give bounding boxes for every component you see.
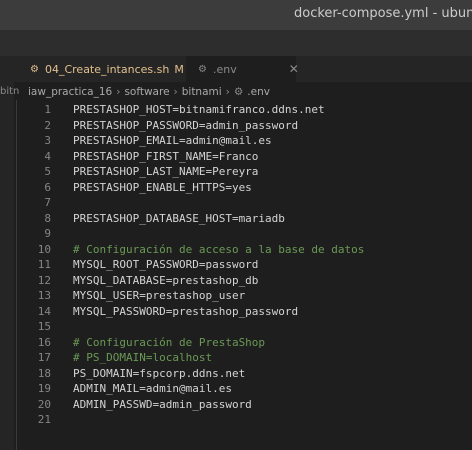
code-line[interactable]: 9 [14,226,472,242]
breadcrumb: iaw_practica_16 › software › bitnami › ⚙… [28,84,270,100]
code-text[interactable]: # PS_DOMAIN=localhost [73,350,212,366]
code-line[interactable]: 20 ADMIN_PASSWD=admin_password [14,397,472,413]
code-line[interactable]: 11 MYSQL_ROOT_PASSWORD=password [14,257,472,273]
code-line[interactable]: 13 MYSQL_USER=prestashop_user [14,288,472,304]
line-number: 19 [37,382,51,395]
line-number: 13 [37,289,51,302]
code-text[interactable]: PRESTASHOP_EMAIL=admin@mail.es [73,133,272,149]
sidebar-edge: bitn [0,56,19,450]
code-text[interactable]: MYSQL_PASSWORD=prestashop_password [73,304,298,320]
window-titlebar: docker-compose.yml - ubuntu [0,0,472,30]
tab-env[interactable]: ⚙ .env ✕ [186,56,299,82]
line-number: 6 [44,180,51,194]
line-number: 17 [37,351,51,364]
code-line[interactable]: 2 PRESTASHOP_PASSWORD=admin_password [14,118,472,134]
code-text[interactable]: PRESTASHOP_ENABLE_HTTPS=yes [73,180,252,196]
line-number: 10 [37,242,51,256]
tab-label: 04_Create_intances.sh [44,62,170,76]
toolbar-strip [0,30,472,56]
code-editor[interactable]: 1 PRESTASHOP_HOST=bitnamifranco.ddns.net 2… [14,100,472,450]
code-line[interactable]: 5 PRESTASHOP_LAST_NAME=Pereyra [14,164,472,180]
code-text[interactable]: PRESTASHOP_FIRST_NAME=Franco [73,149,258,165]
code-line[interactable]: 21 [14,412,472,428]
code-line[interactable]: 4 PRESTASHOP_FIRST_NAME=Franco [14,149,472,165]
code-line[interactable]: 16 # Configuración de PrestaShop [14,335,472,351]
code-text[interactable]: MYSQL_USER=prestashop_user [73,288,245,304]
modified-indicator: M [174,62,184,76]
code-text[interactable]: # Configuración de PrestaShop [73,335,265,351]
breadcrumb-item[interactable]: software [124,86,169,98]
breadcrumb-item[interactable]: bitnami [182,86,222,98]
line-number: 21 [37,413,51,426]
tab-create-instances[interactable]: ⚙ 04_Create_intances.sh M [18,56,184,82]
code-line[interactable]: 6 PRESTASHOP_ENABLE_HTTPS=yes [14,180,472,196]
code-text[interactable]: PRESTASHOP_LAST_NAME=Pereyra [73,164,258,180]
code-line[interactable]: 3 PRESTASHOP_EMAIL=admin@mail.es [14,133,472,149]
line-number: 4 [44,149,51,163]
gear-icon: ⚙ [30,63,39,75]
chevron-right-icon: › [116,86,121,98]
line-number: 7 [44,196,51,209]
code-line[interactable]: 12 MYSQL_DATABASE=prestashop_db [14,273,472,289]
line-number: 8 [44,211,51,225]
line-number: 9 [44,227,51,240]
code-text[interactable]: ADMIN_PASSWD=admin_password [73,397,252,413]
code-line[interactable]: 15 [14,319,472,335]
code-text[interactable]: PS_DOMAIN=fspcorp.ddns.net [73,366,245,382]
code-text[interactable]: MYSQL_DATABASE=prestashop_db [73,273,258,289]
editor-tab-bar: ⚙ 04_Create_intances.sh M ⚙ .env ✕ [0,56,472,82]
line-number: 14 [37,304,51,318]
code-line[interactable]: 18 PS_DOMAIN=fspcorp.ddns.net [14,366,472,382]
line-number: 16 [37,335,51,349]
code-text[interactable]: # Configuración de acceso a la base de d… [73,242,364,258]
code-line[interactable]: 14 MYSQL_PASSWORD=prestashop_password [14,304,472,320]
window-title: docker-compose.yml - ubuntu [294,6,472,21]
code-line[interactable]: 7 [14,195,472,211]
line-number: 20 [37,397,51,411]
code-text[interactable]: PRESTASHOP_DATABASE_HOST=mariadb [73,211,285,227]
line-number: 12 [37,273,51,287]
code-text[interactable]: ADMIN_MAIL=admin@mail.es [73,381,232,397]
gear-icon: ⚙ [233,86,244,98]
tab-label: .env [212,62,237,76]
code-text[interactable]: MYSQL_ROOT_PASSWORD=password [73,257,258,273]
line-number: 1 [44,103,51,116]
close-icon[interactable]: ✕ [289,62,299,76]
code-line[interactable]: 8 PRESTASHOP_DATABASE_HOST=mariadb [14,211,472,227]
breadcrumb-item[interactable]: iaw_practica_16 [28,86,112,98]
code-line[interactable]: 10 # Configuración de acceso a la base de… [14,242,472,258]
code-line[interactable]: 1 PRESTASHOP_HOST=bitnamifranco.ddns.net [14,102,472,118]
line-number: 11 [37,258,51,271]
code-line[interactable]: 19 ADMIN_MAIL=admin@mail.es [14,381,472,397]
line-number: 5 [44,165,51,178]
code-text[interactable]: PRESTASHOP_HOST=bitnamifranco.ddns.net [73,102,325,118]
line-number: 3 [44,134,51,147]
chevron-right-icon: › [173,86,178,98]
gear-icon: ⚙ [198,63,207,75]
line-number: 15 [37,320,51,333]
chevron-right-icon: › [225,86,230,98]
breadcrumb-item[interactable]: .env [247,86,270,98]
code-line[interactable]: 17 # PS_DOMAIN=localhost [14,350,472,366]
code-text[interactable]: PRESTASHOP_PASSWORD=admin_password [73,118,298,134]
line-number: 2 [44,118,51,132]
sidebar-fragment: bitn [0,86,20,97]
line-number: 18 [37,366,51,380]
